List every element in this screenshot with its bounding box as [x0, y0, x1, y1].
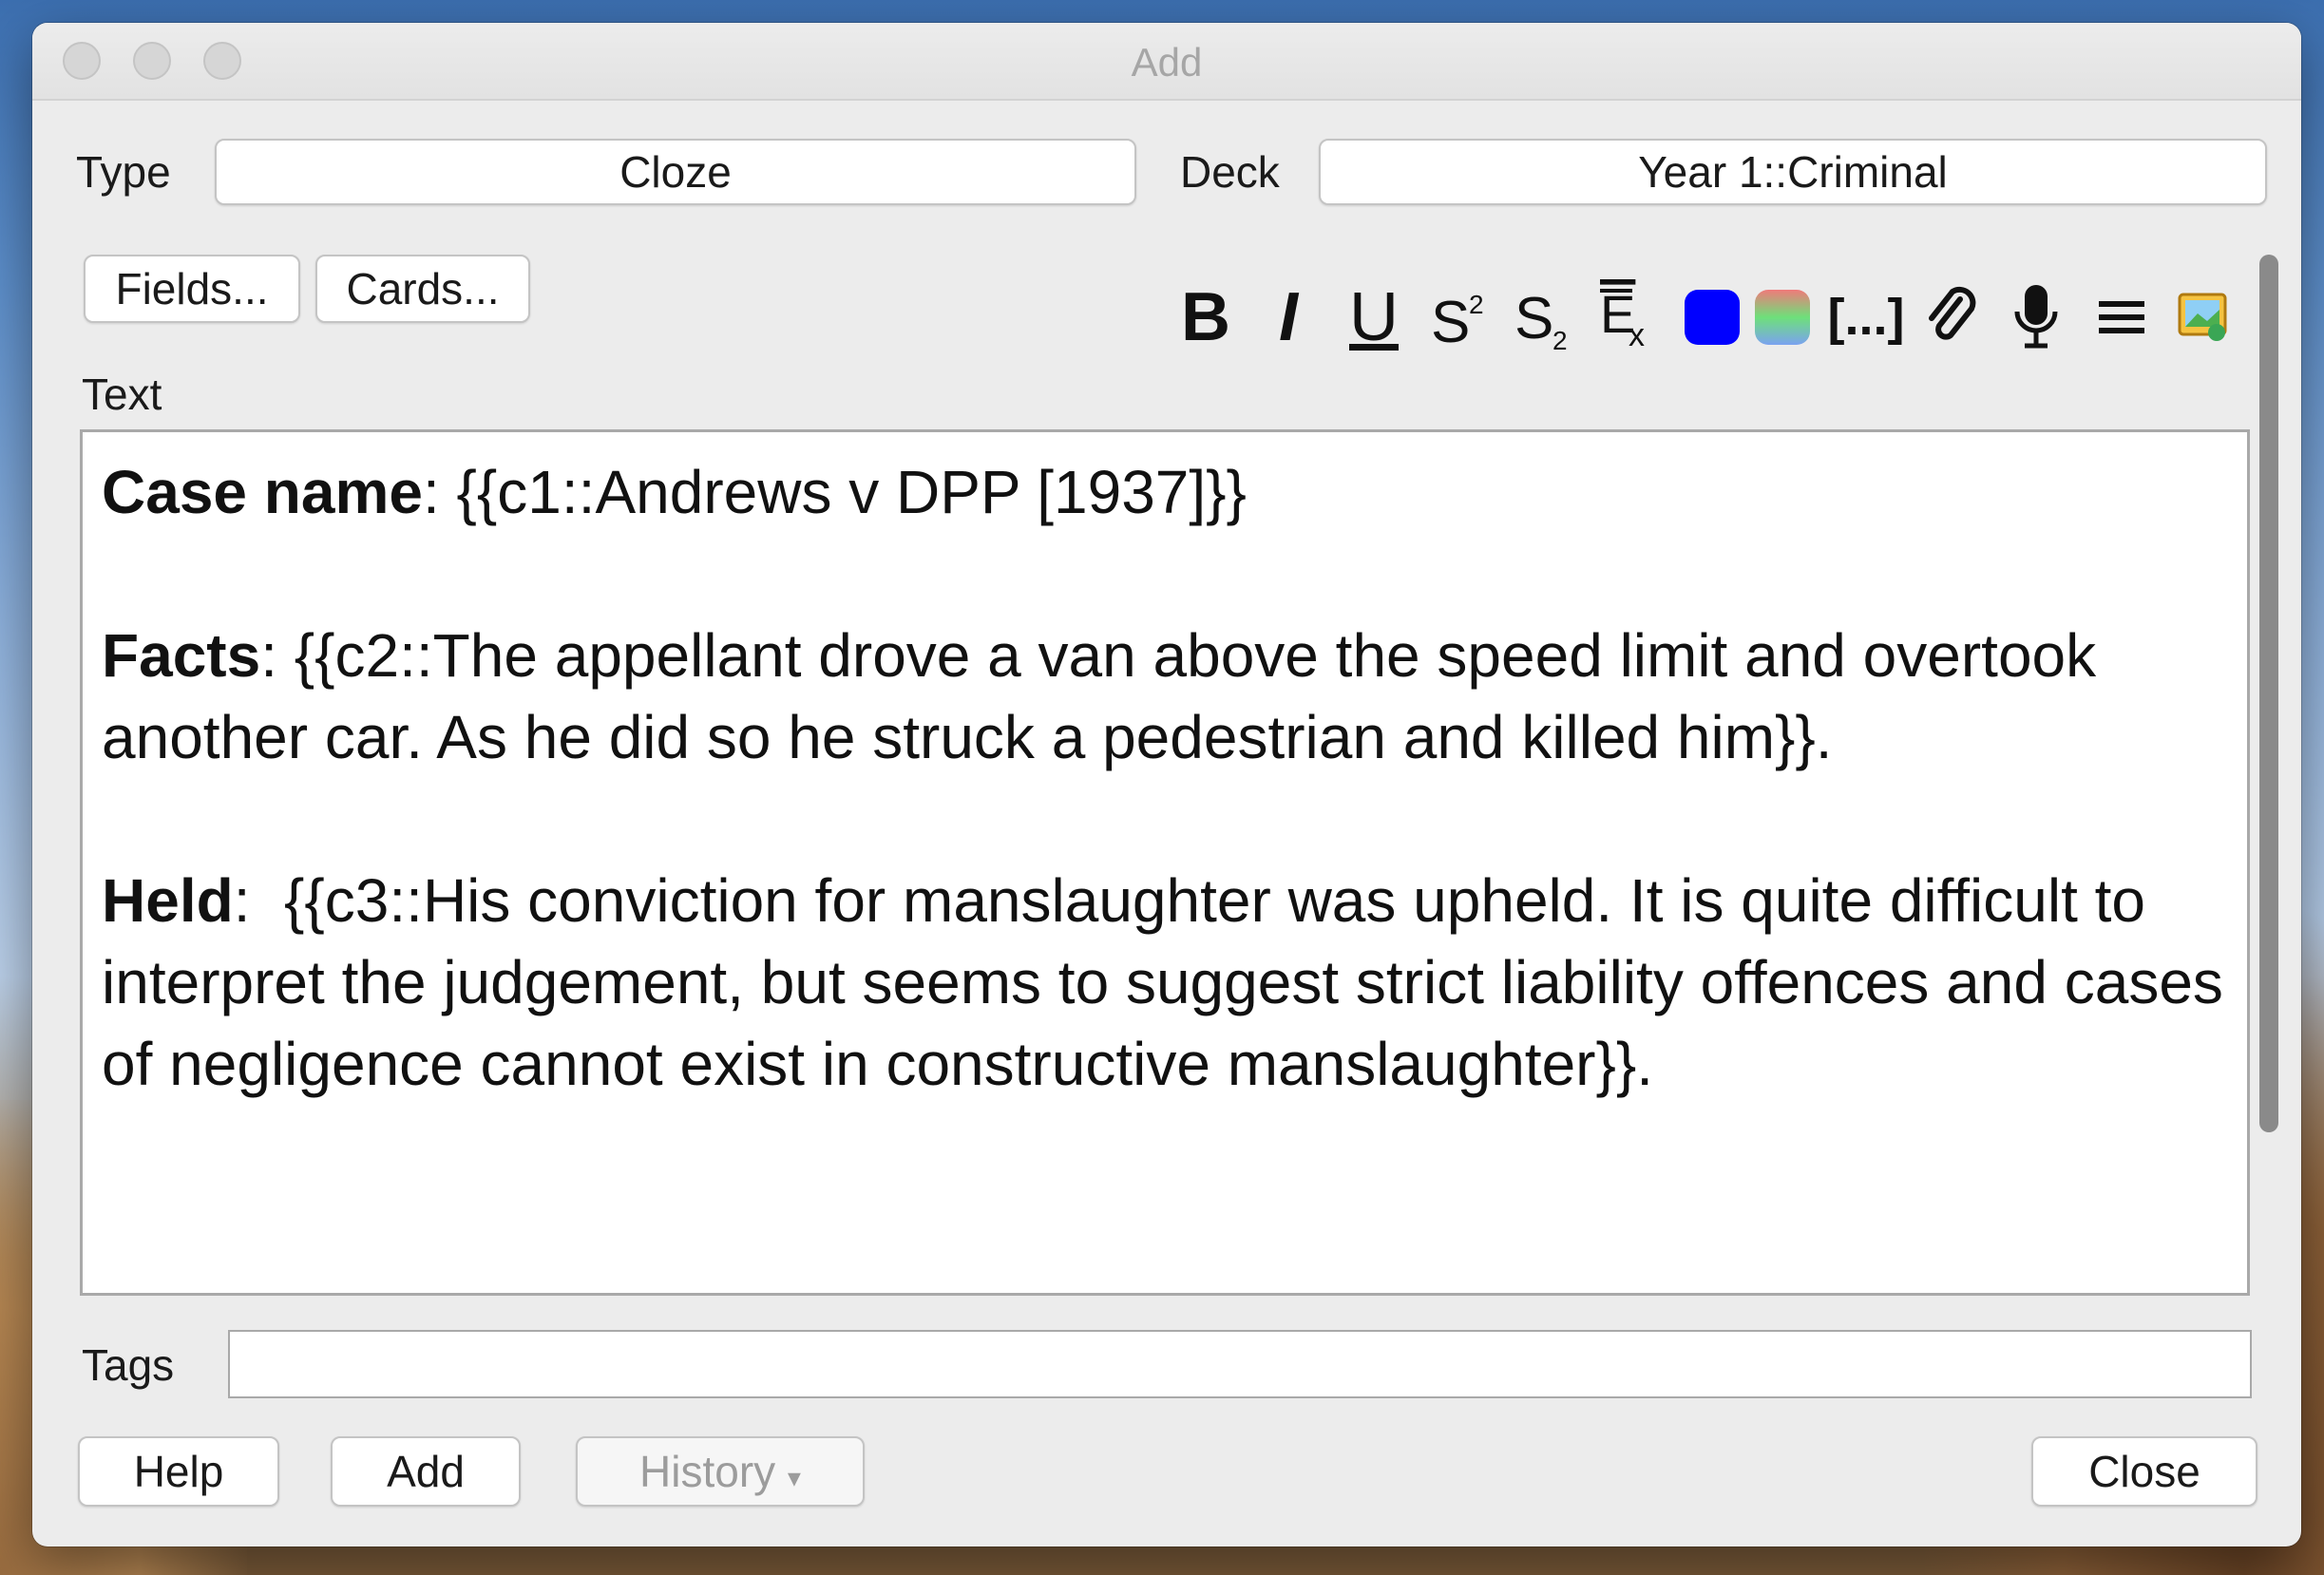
editor-scrollbar[interactable]	[2259, 255, 2278, 1132]
facts-label: Facts	[102, 621, 261, 690]
window-title: Add	[1131, 40, 1203, 85]
cards-button[interactable]: Cards...	[315, 255, 530, 323]
chevron-down-icon: ▾	[787, 1463, 801, 1492]
svg-text:S: S	[1431, 290, 1470, 355]
microphone-icon[interactable]	[2003, 279, 2069, 355]
attach-icon[interactable]	[1917, 279, 1984, 355]
facts-paragraph: Facts: {{c2::The appellant drove a van a…	[102, 615, 2228, 778]
deck-label: Deck	[1180, 147, 1280, 197]
facts-value: : {{c2::The appellant drove a van above …	[102, 621, 2097, 771]
underline-icon[interactable]: U	[1343, 279, 1404, 355]
field-label-text: Text	[82, 370, 162, 419]
held-paragraph: Held: {{c3::His conviction for manslaugh…	[102, 860, 2228, 1105]
close-button[interactable]: Close	[2031, 1436, 2257, 1507]
history-label: History	[639, 1447, 776, 1496]
cloze-icon[interactable]: [...]	[1828, 279, 1905, 355]
deck-selector[interactable]: Year 1::Criminal	[1319, 139, 2267, 205]
add-button[interactable]: Add	[331, 1436, 521, 1507]
case-name-line: Case name: {{c1::Andrews v DPP [1937]}}	[102, 451, 2228, 533]
superscript-icon[interactable]: S2	[1427, 279, 1494, 355]
title-bar[interactable]: Add	[32, 23, 2301, 101]
image-icon[interactable]	[2174, 279, 2231, 355]
held-label: Held	[102, 866, 234, 935]
note-type-selector[interactable]: Cloze	[215, 139, 1136, 205]
held-value: : {{c3::His conviction for manslaughter …	[102, 866, 2240, 1098]
svg-text:2: 2	[1469, 290, 1484, 319]
svg-text:x: x	[1629, 317, 1645, 353]
bold-icon[interactable]: B	[1172, 279, 1239, 355]
tags-input[interactable]	[228, 1330, 2252, 1398]
type-label: Type	[76, 147, 171, 197]
svg-text:2: 2	[1553, 326, 1568, 355]
history-button[interactable]: History ▾	[576, 1436, 865, 1507]
menu-icon[interactable]	[2088, 279, 2155, 355]
fields-button[interactable]: Fields...	[84, 255, 300, 323]
svg-text:S: S	[1514, 286, 1553, 351]
highlight-color-icon[interactable]	[1752, 279, 1813, 355]
text-field-editor[interactable]: Case name: {{c1::Andrews v DPP [1937]}} …	[80, 429, 2250, 1296]
help-button[interactable]: Help	[78, 1436, 279, 1507]
case-name-label: Case name	[102, 458, 423, 526]
italic-icon[interactable]: I	[1258, 279, 1319, 355]
case-name-value: : {{c1::Andrews v DPP [1937]}}	[422, 458, 1247, 526]
tags-label: Tags	[82, 1340, 175, 1390]
text-color-icon[interactable]	[1682, 279, 1743, 355]
add-window: Add Type Cloze Deck Year 1::Criminal Fie…	[32, 23, 2301, 1547]
clear-format-icon[interactable]: Ex	[1594, 279, 1661, 355]
subscript-icon[interactable]: S2	[1511, 279, 1577, 355]
